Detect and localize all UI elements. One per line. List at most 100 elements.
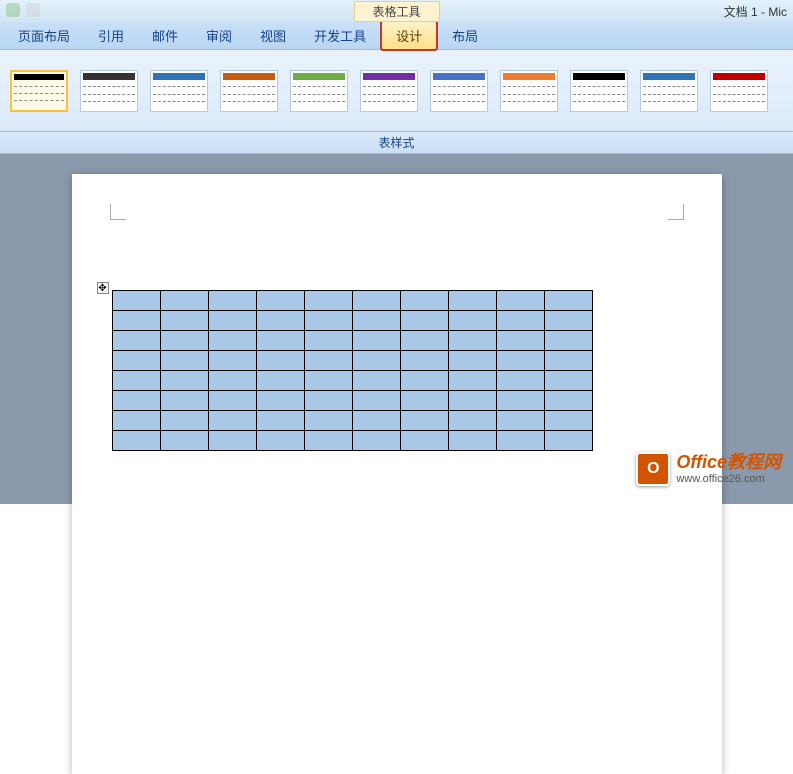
table-cell[interactable] [112,331,160,351]
table-cell[interactable] [160,371,208,391]
table-cell[interactable] [304,411,352,431]
table-cell[interactable] [496,311,544,331]
table-cell[interactable] [496,411,544,431]
table-cell[interactable] [352,371,400,391]
table-cell[interactable] [352,391,400,411]
table-cell[interactable] [160,411,208,431]
browser-tab[interactable] [26,3,40,17]
table-cell[interactable] [448,351,496,371]
table-cell[interactable] [160,351,208,371]
table-style-thumb[interactable] [360,70,418,112]
table-cell[interactable] [400,391,448,411]
table-cell[interactable] [304,391,352,411]
table-cell[interactable] [544,291,592,311]
table-cell[interactable] [544,371,592,391]
table-cell[interactable] [544,411,592,431]
table-cell[interactable] [544,331,592,351]
table-cell[interactable] [256,311,304,331]
table-cell[interactable] [496,371,544,391]
ribbon-tab-邮件[interactable]: 邮件 [138,20,192,51]
table-cell[interactable] [400,351,448,371]
table-cell[interactable] [448,411,496,431]
table-cell[interactable] [352,351,400,371]
table-cell[interactable] [112,431,160,451]
table-style-thumb[interactable] [570,70,628,112]
table-cell[interactable] [496,431,544,451]
table-cell[interactable] [304,291,352,311]
table-cell[interactable] [256,331,304,351]
table-cell[interactable] [448,311,496,331]
table-cell[interactable] [208,431,256,451]
table-cell[interactable] [352,411,400,431]
ribbon-tab-引用[interactable]: 引用 [84,20,138,51]
table-cell[interactable] [112,291,160,311]
table-cell[interactable] [256,351,304,371]
table-cell[interactable] [112,411,160,431]
table-cell[interactable] [496,291,544,311]
table-cell[interactable] [496,391,544,411]
table-cell[interactable] [160,391,208,411]
table-cell[interactable] [352,431,400,451]
table-cell[interactable] [112,351,160,371]
table-style-thumb[interactable] [290,70,348,112]
table-cell[interactable] [448,371,496,391]
table-cell[interactable] [400,331,448,351]
table-cell[interactable] [208,291,256,311]
table-cell[interactable] [544,391,592,411]
table-cell[interactable] [256,411,304,431]
table-anchor-handle[interactable]: ✥ [97,282,109,294]
table-cell[interactable] [352,331,400,351]
table-cell[interactable] [400,431,448,451]
ribbon-tab-审阅[interactable]: 审阅 [192,20,246,51]
table-cell[interactable] [544,431,592,451]
table-style-thumb[interactable] [640,70,698,112]
table-cell[interactable] [304,431,352,451]
table-style-thumb[interactable] [80,70,138,112]
table-cell[interactable] [256,291,304,311]
table-style-thumb[interactable] [150,70,208,112]
table-cell[interactable] [448,291,496,311]
table-cell[interactable] [208,391,256,411]
table-cell[interactable] [400,291,448,311]
table-cell[interactable] [304,371,352,391]
table-cell[interactable] [208,371,256,391]
table-cell[interactable] [304,331,352,351]
table-cell[interactable] [496,331,544,351]
ribbon-tab-设计[interactable]: 设计 [380,20,438,51]
table-style-thumb[interactable] [500,70,558,112]
table-cell[interactable] [160,431,208,451]
table-cell[interactable] [256,371,304,391]
table-cell[interactable] [208,331,256,351]
table-style-thumb[interactable] [430,70,488,112]
browser-tab[interactable] [6,3,20,17]
table-cell[interactable] [160,311,208,331]
table-cell[interactable] [400,371,448,391]
table-cell[interactable] [448,391,496,411]
table-cell[interactable] [112,311,160,331]
table-cell[interactable] [256,391,304,411]
table-cell[interactable] [448,431,496,451]
table-cell[interactable] [544,311,592,331]
table-style-thumb[interactable] [710,70,768,112]
table-cell[interactable] [496,351,544,371]
table-cell[interactable] [208,351,256,371]
table-style-thumb[interactable] [220,70,278,112]
table-cell[interactable] [544,351,592,371]
table-cell[interactable] [304,351,352,371]
table-style-thumb[interactable] [10,70,68,112]
table-cell[interactable] [400,311,448,331]
ribbon-tab-布局[interactable]: 布局 [438,20,492,51]
table-cell[interactable] [304,311,352,331]
table-cell[interactable] [160,291,208,311]
table-cell[interactable] [352,291,400,311]
table-cell[interactable] [352,311,400,331]
table-cell[interactable] [256,431,304,451]
table-cell[interactable] [400,411,448,431]
table-cell[interactable] [448,331,496,351]
table-cell[interactable] [160,331,208,351]
ribbon-tab-开发工具[interactable]: 开发工具 [300,20,380,51]
table-cell[interactable] [112,371,160,391]
ribbon-tab-视图[interactable]: 视图 [246,20,300,51]
ribbon-tab-页面布局[interactable]: 页面布局 [4,20,84,51]
table-cell[interactable] [208,411,256,431]
